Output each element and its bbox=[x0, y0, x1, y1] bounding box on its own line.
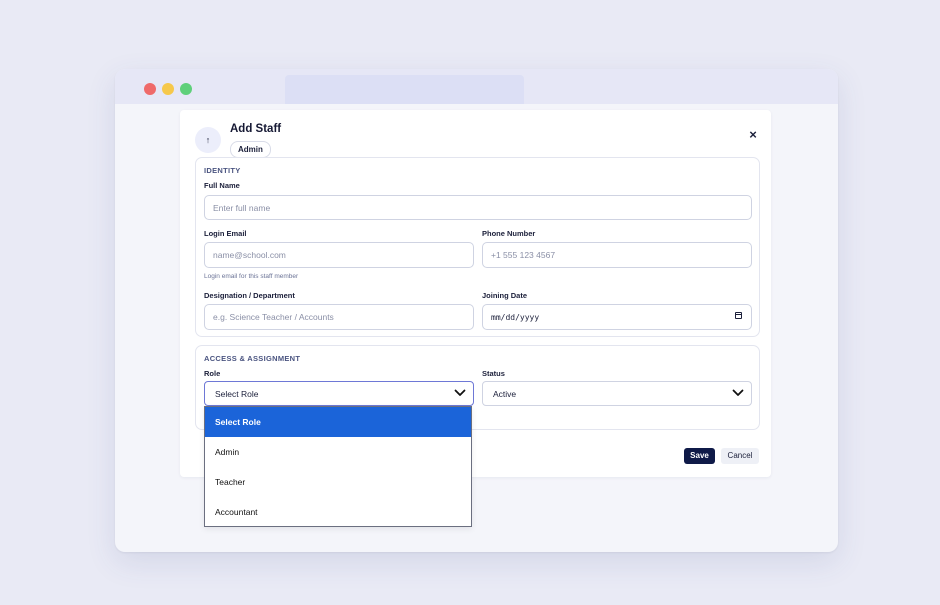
joining-date-input[interactable]: mm/dd/yyyy bbox=[482, 304, 752, 330]
browser-tab[interactable] bbox=[285, 75, 524, 104]
full-name-placeholder: Enter full name bbox=[213, 202, 271, 213]
window-titlebar bbox=[115, 69, 838, 104]
designation-placeholder: e.g. Science Teacher / Accounts bbox=[213, 312, 334, 322]
chevron-down-icon bbox=[454, 389, 466, 396]
role-select[interactable]: Select Role bbox=[204, 381, 474, 406]
role-badge: Admin bbox=[230, 141, 271, 158]
minimize-window-dot[interactable] bbox=[162, 83, 174, 95]
up-arrow-icon: ↑ bbox=[195, 127, 221, 153]
role-option-admin[interactable]: Admin bbox=[205, 437, 471, 467]
status-select-value: Active bbox=[493, 388, 517, 399]
calendar-icon[interactable] bbox=[735, 312, 742, 319]
phone-placeholder: +1 555 123 4567 bbox=[491, 250, 556, 260]
full-name-label: Full Name bbox=[204, 181, 240, 190]
save-button[interactable]: Save bbox=[684, 448, 715, 464]
access-section-title: ACCESS & ASSIGNMENT bbox=[204, 354, 301, 363]
status-select[interactable]: Active bbox=[482, 381, 752, 406]
status-label: Status bbox=[482, 369, 505, 378]
dialog-title: Add Staff bbox=[230, 123, 282, 135]
identity-section-title: IDENTITY bbox=[204, 166, 241, 175]
role-option-accountant[interactable]: Accountant bbox=[205, 497, 471, 527]
role-dropdown-list: Select Role Admin Teacher Accountant bbox=[204, 406, 472, 527]
role-select-value: Select Role bbox=[215, 388, 259, 399]
login-email-placeholder: name@school.com bbox=[213, 250, 286, 260]
full-name-input[interactable]: Enter full name bbox=[204, 195, 752, 220]
identity-section: IDENTITY Full Name Enter full name Login… bbox=[195, 157, 760, 337]
login-email-hint: Login email for this staff member bbox=[204, 273, 299, 280]
joining-date-value: mm/dd/yyyy bbox=[491, 312, 540, 322]
role-option-select-role[interactable]: Select Role bbox=[205, 407, 471, 437]
chevron-down-icon bbox=[732, 389, 744, 396]
role-label: Role bbox=[204, 369, 221, 378]
login-email-input[interactable]: name@school.com bbox=[204, 242, 474, 268]
close-icon[interactable]: × bbox=[746, 128, 760, 142]
cancel-button[interactable]: Cancel bbox=[721, 448, 759, 464]
designation-label: Designation / Department bbox=[204, 291, 295, 300]
phone-input[interactable]: +1 555 123 4567 bbox=[482, 242, 752, 268]
phone-label: Phone Number bbox=[482, 229, 536, 238]
maximize-window-dot[interactable] bbox=[180, 83, 192, 95]
role-option-teacher[interactable]: Teacher bbox=[205, 467, 471, 497]
joining-date-label: Joining Date bbox=[482, 291, 528, 300]
close-window-dot[interactable] bbox=[144, 83, 156, 95]
login-email-label: Login Email bbox=[204, 229, 247, 238]
designation-input[interactable]: e.g. Science Teacher / Accounts bbox=[204, 304, 474, 330]
